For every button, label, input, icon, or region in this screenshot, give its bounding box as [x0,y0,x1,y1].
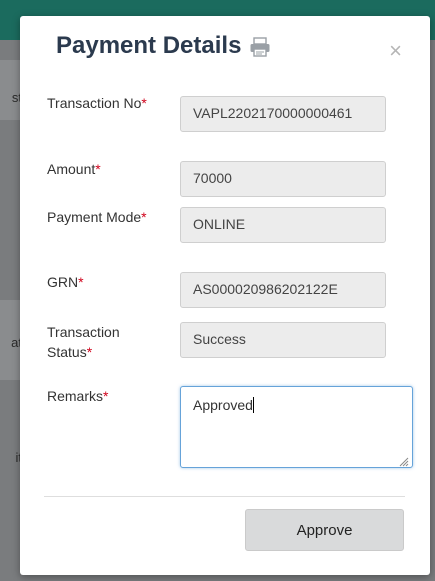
resize-grip-icon[interactable] [399,454,409,467]
field-label-text: Amount [47,161,96,177]
remarks-text: Approved [193,397,253,413]
field-label-text: Payment Mode [47,209,142,225]
field-label: Amount* [47,159,157,179]
field-grn: GRN* AS000020986202122E [47,272,417,312]
required-marker: * [141,209,147,225]
field-label: Payment Mode* [47,207,157,227]
amount-input[interactable]: 70000 [180,161,386,197]
field-label: Transaction Status* [47,322,157,362]
footer-divider [44,496,405,497]
close-icon[interactable]: × [389,40,402,62]
field-remarks: Remarks* Approved [47,386,417,470]
required-marker: * [86,344,93,360]
modal-header: Payment Details [56,32,271,60]
remarks-textarea[interactable]: Approved [180,386,413,468]
field-amount: Amount* 70000 [47,159,417,199]
field-label: GRN* [47,272,157,292]
field-label: Remarks* [47,386,157,406]
printer-icon[interactable] [249,36,271,57]
required-marker: * [141,95,147,111]
field-transaction-status: Transaction Status* Success [47,322,417,366]
transaction-status-input[interactable]: Success [180,322,386,358]
payment-mode-input[interactable]: ONLINE [180,207,386,243]
field-label-text: GRN [47,274,79,290]
modal-title: Payment Details [56,32,242,59]
field-label-text: Transaction No [47,95,142,111]
field-label-text: Transaction Status [47,324,120,360]
required-marker: * [78,274,84,290]
required-marker: * [103,388,109,404]
transaction-no-input[interactable]: VAPL2202170000000461 [180,96,386,132]
approve-button[interactable]: Approve [245,509,404,551]
required-marker: * [95,161,101,177]
payment-details-modal: Payment Details × Transaction No* VAPL22… [20,16,430,575]
field-label-text: Remarks [47,388,104,404]
field-payment-mode: Payment Mode* ONLINE [47,207,417,251]
field-label: Transaction No* [47,93,157,113]
text-caret [252,397,254,413]
grn-input[interactable]: AS000020986202122E [180,272,386,308]
field-transaction-no: Transaction No* VAPL2202170000000461 [47,93,417,137]
